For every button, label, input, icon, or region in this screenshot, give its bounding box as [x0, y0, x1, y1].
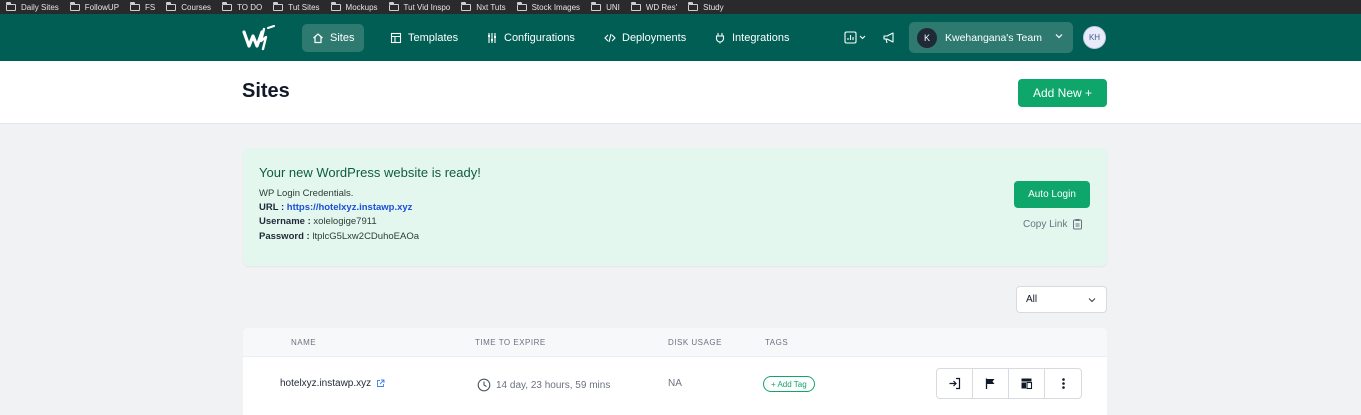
bookmark-folder[interactable]: Mockups	[330, 1, 378, 12]
clock-icon	[477, 378, 491, 392]
plug-icon	[715, 33, 725, 44]
credentials-heading: WP Login Credentials.	[259, 188, 354, 199]
column-tags: TAGS	[765, 338, 789, 347]
bookmark-folder[interactable]: Stock Images	[516, 1, 580, 12]
bookmark-folder[interactable]: Nxt Tuts	[461, 1, 506, 12]
bookmark-folder[interactable]: Tut Sites	[273, 1, 320, 12]
folder-icon	[69, 1, 80, 11]
copy-link-button[interactable]: Copy Link	[1023, 218, 1083, 230]
page-title: Sites	[242, 80, 290, 102]
top-navbar: Sites Templates Configurations Deploymen…	[0, 14, 1361, 61]
folder-icon	[330, 1, 341, 11]
more-options-button[interactable]	[1045, 369, 1081, 398]
credentials-password: Password : ltplcG5Lxw2CDuhoEAOa	[259, 231, 419, 242]
column-time-to-expire: TIME TO EXPIRE	[475, 338, 546, 347]
site-url-link[interactable]: https://hotelxyz.instawp.xyz	[287, 202, 413, 213]
nav-deployments[interactable]: Deployments	[594, 24, 696, 52]
table-header: NAME TIME TO EXPIRE DISK USAGE TAGS	[243, 328, 1107, 357]
chevron-down-icon	[1088, 298, 1096, 303]
bookmark-folder[interactable]: Courses	[166, 1, 211, 12]
column-disk-usage: DISK USAGE	[668, 338, 722, 347]
report-site-button[interactable]	[973, 369, 1009, 398]
analytics-dropdown[interactable]	[842, 28, 870, 48]
folder-icon	[166, 1, 177, 11]
add-tag-button[interactable]: + Add Tag	[763, 376, 815, 392]
external-link-icon[interactable]	[376, 379, 385, 388]
page-header: Sites Add New +	[0, 61, 1361, 124]
login-icon	[949, 377, 961, 390]
notice-title: Your new WordPress website is ready!	[259, 165, 481, 180]
disk-usage-cell: NA	[668, 378, 682, 389]
sites-table: NAME TIME TO EXPIRE DISK USAGE TAGS hote…	[243, 328, 1107, 415]
more-vertical-icon	[1061, 378, 1065, 389]
credentials-username: Username : xolelogige7911	[259, 216, 377, 227]
folder-icon	[222, 1, 233, 11]
site-filter-select[interactable]: All	[1016, 286, 1107, 313]
announcements-button[interactable]	[878, 28, 900, 48]
dashboard-icon	[1021, 378, 1033, 390]
folder-icon	[591, 1, 602, 11]
sliders-icon	[488, 33, 496, 43]
nav-configurations[interactable]: Configurations	[476, 24, 585, 52]
time-to-expire-cell: 14 day, 23 hours, 59 mins	[477, 378, 610, 392]
bookmark-folder[interactable]: Tut Vid Inspo	[388, 1, 450, 12]
folder-icon	[273, 1, 284, 11]
folder-icon	[461, 1, 472, 11]
login-site-button[interactable]	[937, 369, 973, 398]
clipboard-icon	[1073, 219, 1083, 230]
column-name: NAME	[291, 338, 317, 347]
bookmark-folder[interactable]: UNI	[591, 1, 620, 12]
folder-icon	[388, 1, 399, 11]
bookmark-folder[interactable]: WD Res'	[630, 1, 677, 12]
bookmark-folder[interactable]: Study	[688, 1, 724, 12]
site-ready-notice: Your new WordPress website is ready! WP …	[243, 148, 1107, 266]
bookmark-folder[interactable]: TO DO	[222, 1, 262, 12]
row-actions	[936, 368, 1082, 399]
site-dashboard-button[interactable]	[1009, 369, 1045, 398]
auto-login-button[interactable]: Auto Login	[1014, 181, 1090, 208]
add-new-button[interactable]: Add New +	[1018, 79, 1107, 107]
team-initial: K	[917, 27, 937, 48]
bookmarks-bar: Daily Sites FollowUP FS Courses TO DO Tu…	[0, 0, 1361, 14]
team-name: Kwehangana's Team	[945, 31, 1042, 44]
credentials-url: URL : https://hotelxyz.instawp.xyz	[259, 202, 413, 213]
bookmark-folder[interactable]: FS	[130, 1, 155, 12]
template-icon	[390, 32, 402, 44]
site-name-link[interactable]: hotelxyz.instawp.xyz	[280, 378, 371, 389]
bookmark-folder[interactable]: FollowUP	[69, 1, 119, 12]
folder-icon	[688, 1, 699, 11]
nav-sites[interactable]: Sites	[302, 24, 365, 52]
chart-icon	[844, 31, 866, 44]
code-icon	[604, 33, 616, 43]
bookmark-folder[interactable]: Daily Sites	[6, 1, 59, 12]
avatar[interactable]: KH	[1083, 26, 1106, 49]
home-icon	[313, 33, 323, 44]
flag-icon	[985, 378, 995, 389]
team-switcher[interactable]: K Kwehangana's Team	[909, 22, 1073, 53]
folder-icon	[130, 1, 141, 11]
chevron-down-icon	[1055, 34, 1063, 39]
folder-icon	[630, 1, 641, 11]
megaphone-icon	[883, 32, 894, 44]
nav-integrations[interactable]: Integrations	[704, 24, 799, 52]
folder-icon	[516, 1, 527, 11]
nav-templates[interactable]: Templates	[380, 24, 468, 52]
folder-icon	[6, 1, 16, 11]
site-name-cell: hotelxyz.instawp.xyz	[280, 378, 385, 389]
instawp-logo[interactable]	[242, 25, 276, 51]
